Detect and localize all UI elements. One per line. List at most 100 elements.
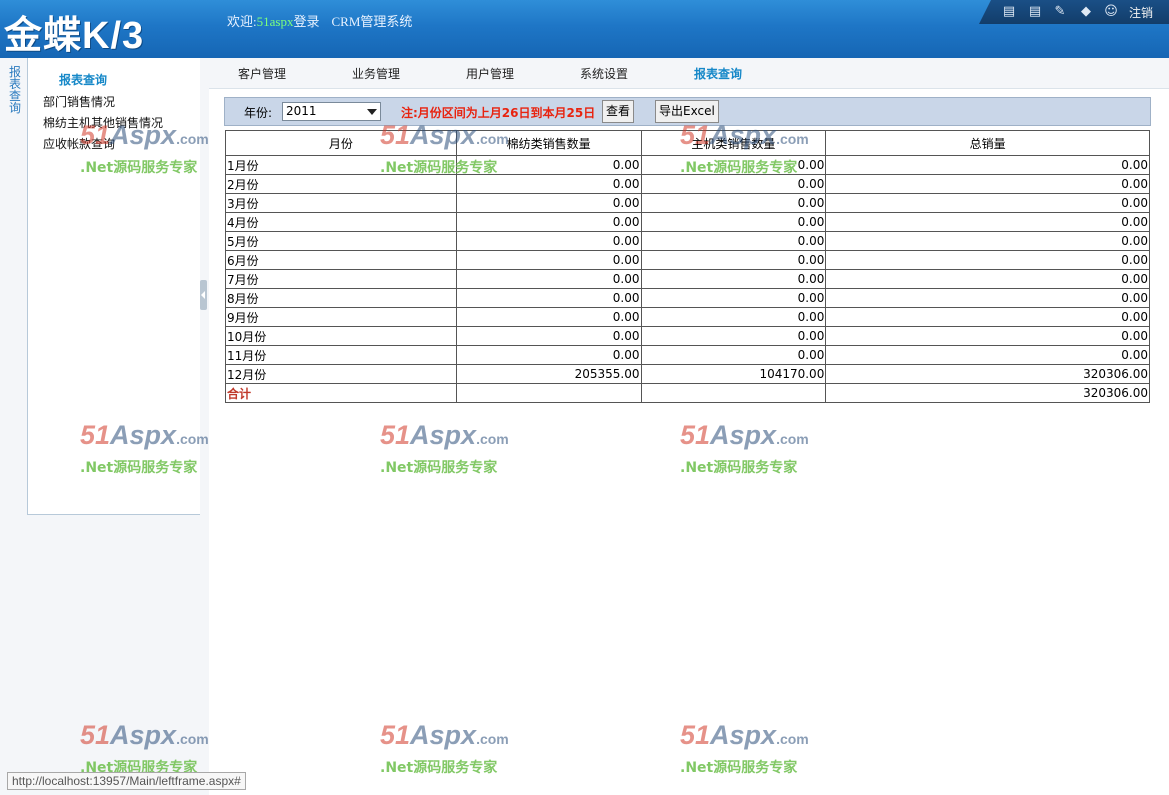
table-row: 8月份 0.00 0.00 0.00: [225, 288, 1150, 308]
cell-month: 10月份: [225, 326, 457, 346]
sidebar-heading: 报表查询: [59, 73, 108, 87]
cell-total: 0.00: [825, 307, 1150, 327]
watermark-brand: 51Aspx.com: [680, 721, 830, 753]
table-row: 6月份 0.00 0.00 0.00: [225, 250, 1150, 270]
tab-user-management[interactable]: 用户管理: [466, 65, 514, 82]
username: 51aspx: [256, 14, 294, 29]
cell-total: 0.00: [825, 269, 1150, 289]
year-select-value: 2011: [286, 104, 317, 118]
watermark-brand-com: .com: [776, 431, 809, 447]
table-row: 7月份 0.00 0.00 0.00: [225, 269, 1150, 289]
sales-report-table: 月份 棉纺类销售数量 主机类销售数量 总销量 1月份 0.00 0.00 0.00 2月…: [225, 130, 1150, 403]
panel-icon[interactable]: ▤: [1001, 4, 1017, 20]
cell-total: 0.00: [825, 231, 1150, 251]
sidebar-bottom-area: [0, 515, 209, 795]
table-body: 1月份 0.00 0.00 0.00 2月份 0.00 0.00 0.00 3月份 0.00 0.0…: [225, 155, 1150, 403]
table-row: 5月份 0.00 0.00 0.00: [225, 231, 1150, 251]
app-logo: 金蝶K/3: [4, 15, 145, 57]
tab-system-settings[interactable]: 系统设置: [580, 65, 628, 82]
cell-month: 4月份: [225, 212, 457, 232]
cell-host-qty: 0.00: [640, 174, 827, 194]
sidebar-vertical-tab[interactable]: 报表查询: [9, 66, 21, 114]
collapse-sidebar-handle[interactable]: [200, 280, 207, 310]
period-note: 注:月份区间为上月26日到本月25日: [401, 106, 596, 120]
cell-cotton-qty: 0.00: [455, 231, 642, 251]
tab-customer-management[interactable]: 客户管理: [238, 65, 286, 82]
watermark-brand: 51Aspx.com: [380, 421, 530, 453]
cell-cotton-qty: 0.00: [455, 250, 642, 270]
cell-cotton-qty: 0.00: [455, 345, 642, 365]
export-excel-button[interactable]: 导出Excel: [655, 100, 719, 123]
logout-link[interactable]: 注销: [1129, 4, 1153, 21]
cell-cotton-qty: 205355.00: [455, 364, 642, 384]
watermark-slogan: .Net源码服务专家: [680, 460, 798, 476]
watermark-brand-com: .com: [476, 431, 509, 447]
cell-month: 9月份: [225, 307, 457, 327]
cell-total: 0.00: [825, 288, 1150, 308]
watermark-logo: 51Aspx.com .Net源码服务专家: [380, 721, 530, 777]
cell-host-qty: 0.00: [640, 269, 827, 289]
tab-business-management[interactable]: 业务管理: [352, 65, 400, 82]
note-icon[interactable]: ✎: [1052, 4, 1068, 20]
cell-host-qty: 0.00: [640, 345, 827, 365]
total-cell-total: 320306.00: [825, 383, 1150, 403]
sidebar-item-dept-sales[interactable]: 部门销售情况: [43, 93, 115, 110]
watermark-brand: 51Aspx.com: [680, 421, 830, 453]
top-header: 金蝶K/3 欢迎:51aspx登录 CRM管理系统 ▤ ▤ ✎ ◆ ☺ 注销: [0, 0, 1169, 58]
cell-total: 0.00: [825, 155, 1150, 175]
chevron-down-icon: [367, 109, 377, 115]
table-row: 12月份 205355.00 104170.00 320306.00: [225, 364, 1150, 384]
year-label: 年份:: [244, 106, 273, 120]
watermark-brand-com: .com: [476, 731, 509, 747]
total-cell-host-qty: [640, 383, 827, 403]
cell-cotton-qty: 0.00: [455, 212, 642, 232]
panel-icon-2[interactable]: ▤: [1027, 4, 1043, 20]
cell-cotton-qty: 0.00: [455, 307, 642, 327]
sidebar-item-cotton-host-sales[interactable]: 棉纺主机其他销售情况: [43, 114, 163, 131]
user-key-icon[interactable]: ☺: [1103, 4, 1119, 20]
cell-total: 0.00: [825, 212, 1150, 232]
query-button[interactable]: 查看: [602, 100, 635, 123]
cell-month: 2月份: [225, 174, 457, 194]
watermark-brand-aspx: Aspx: [410, 420, 477, 450]
watermark-logo: 51Aspx.com .Net源码服务专家: [380, 421, 530, 477]
table-header-row: 月份 棉纺类销售数量 主机类销售数量 总销量: [225, 130, 1150, 156]
cell-month: 12月份: [225, 364, 457, 384]
cell-host-qty: 0.00: [640, 231, 827, 251]
cell-cotton-qty: 0.00: [455, 288, 642, 308]
cell-host-qty: 0.00: [640, 326, 827, 346]
cell-host-qty: 0.00: [640, 307, 827, 327]
status-bar-url: http://localhost:13957/Main/leftframe.as…: [7, 772, 246, 790]
cell-cotton-qty: 0.00: [455, 193, 642, 213]
login-suffix: 登录: [293, 14, 320, 29]
cell-total: 0.00: [825, 326, 1150, 346]
watermark-brand-51: 51: [680, 720, 711, 750]
table-row: 2月份 0.00 0.00 0.00: [225, 174, 1150, 194]
cell-month: 6月份: [225, 250, 457, 270]
column-header-host-qty: 主机类销售数量: [640, 130, 827, 156]
cell-cotton-qty: 0.00: [455, 155, 642, 175]
watermark-brand-com: .com: [776, 731, 809, 747]
sidebar-item-receivables[interactable]: 应收帐款查询: [43, 135, 115, 152]
cell-month: 8月份: [225, 288, 457, 308]
column-header-total: 总销量: [825, 130, 1150, 156]
cell-cotton-qty: 0.00: [455, 326, 642, 346]
watermark-slogan: .Net源码服务专家: [380, 760, 498, 776]
cell-host-qty: 0.00: [640, 212, 827, 232]
welcome-prefix: 欢迎:: [227, 14, 257, 29]
table-row: 3月份 0.00 0.00 0.00: [225, 193, 1150, 213]
watermark-brand-51: 51: [380, 420, 411, 450]
cell-month: 1月份: [225, 155, 457, 175]
top-toolbar: ▤ ▤ ✎ ◆ ☺ 注销: [979, 0, 1169, 24]
info-icon[interactable]: ◆: [1078, 4, 1094, 20]
table-row: 1月份 0.00 0.00 0.00: [225, 155, 1150, 175]
watermark-logo: 51Aspx.com .Net源码服务专家: [680, 421, 830, 477]
cell-month: 7月份: [225, 269, 457, 289]
watermark-brand-aspx: Aspx: [710, 720, 777, 750]
cell-cotton-qty: 0.00: [455, 269, 642, 289]
year-select[interactable]: 2011: [282, 102, 381, 121]
table-row: 11月份 0.00 0.00 0.00: [225, 345, 1150, 365]
watermark-brand-aspx: Aspx: [710, 420, 777, 450]
table-row: 4月份 0.00 0.00 0.00: [225, 212, 1150, 232]
tab-report-query[interactable]: 报表查询: [694, 65, 742, 82]
